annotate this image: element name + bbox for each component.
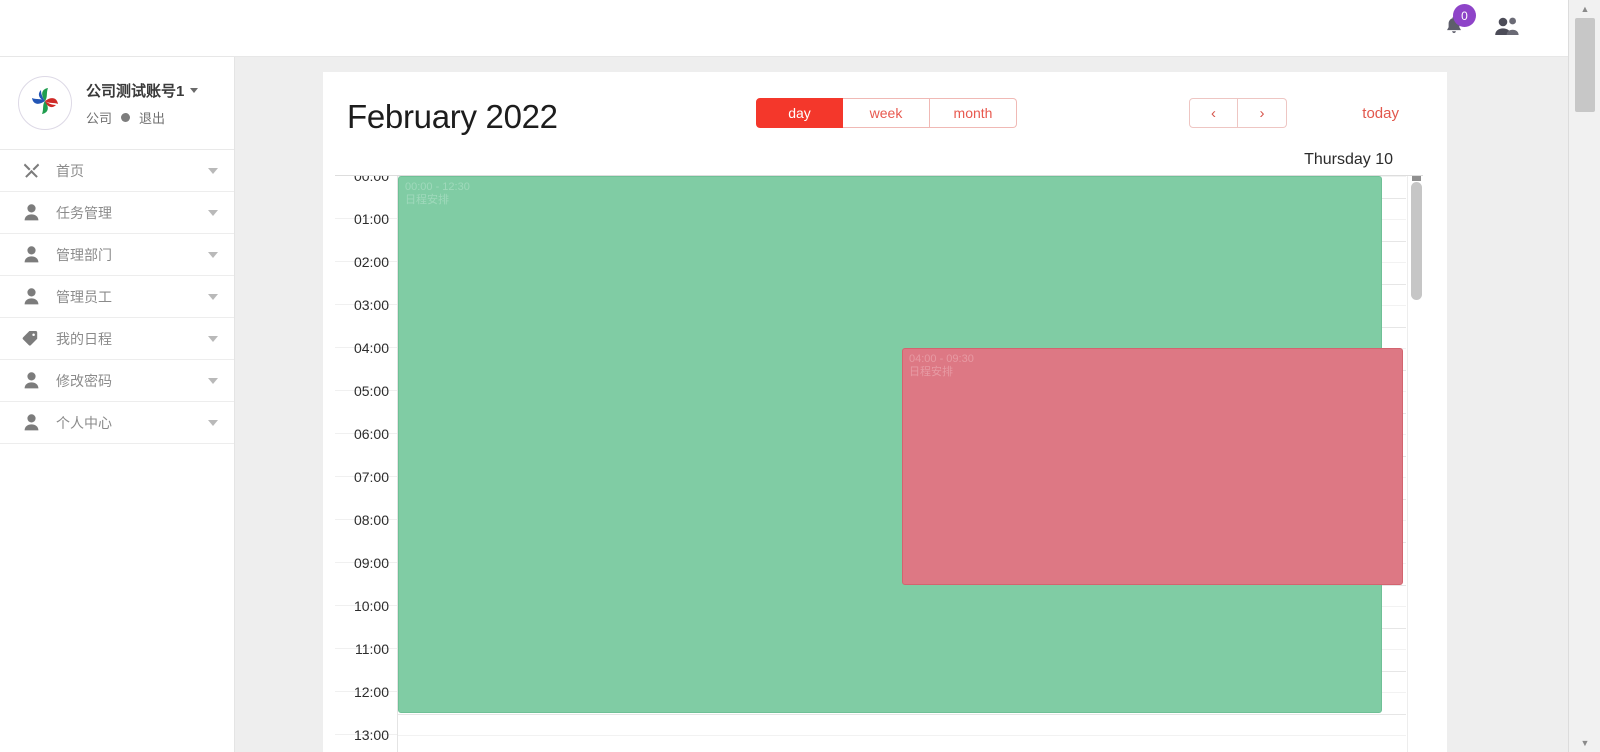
hour-label: 10:00 <box>353 598 389 614</box>
scrollbar-up-arrow-icon[interactable]: ▲ <box>1569 0 1600 18</box>
hour-label: 08:00 <box>353 512 389 528</box>
grid-line <box>398 713 1406 715</box>
hour-label: 01:00 <box>353 211 389 227</box>
hour-label: 03:00 <box>353 297 389 313</box>
hour-label: 02:00 <box>353 254 389 270</box>
profile-card[interactable]: 公司测试账号1 公司 退出 <box>0 57 234 150</box>
tab-month[interactable]: month <box>930 98 1017 128</box>
status-dot-icon <box>121 112 131 122</box>
hour-label: 11:00 <box>355 641 389 657</box>
sidebar-item-department-management[interactable]: 管理部门 <box>0 234 234 276</box>
page-scrollbar[interactable]: ▲ ▼ <box>1568 0 1600 752</box>
grid-scrollbar[interactable] <box>1407 176 1423 752</box>
sidebar-item-label: 首页 <box>56 162 84 179</box>
scrollbar-thumb[interactable] <box>1575 18 1595 112</box>
day-header-label: Thursday 10 <box>1304 150 1393 168</box>
time-axis: 00:00 01:00 02:00 03:00 04:00 05:00 06:0… <box>335 176 397 752</box>
sidebar-item-label: 任务管理 <box>56 204 112 221</box>
notification-badge: 0 <box>1453 4 1476 27</box>
calendar-toolbar: February 2022 day week month ‹ › today <box>335 94 1423 140</box>
day-column-header: Thursday 10 <box>335 144 1423 176</box>
chevron-down-icon <box>190 87 199 93</box>
hour-label: 06:00 <box>353 426 389 442</box>
tab-day[interactable]: day <box>756 98 843 128</box>
profile-role-label: 公司 <box>86 110 113 126</box>
event-title: 日程安排 <box>909 366 953 378</box>
sidebar-item-my-schedule[interactable]: 我的日程 <box>0 318 234 360</box>
notification-button[interactable]: 0 <box>1444 4 1476 41</box>
calendar-event-red[interactable]: 04:00 - 09:30 日程安排 <box>902 348 1403 585</box>
hour-label: 09:00 <box>353 555 389 571</box>
calendar-card: February 2022 day week month ‹ › today T… <box>323 72 1447 752</box>
main-content: February 2022 day week month ‹ › today T… <box>235 57 1568 752</box>
view-switcher: day week month <box>756 98 1017 128</box>
event-time: 04:00 - 09:30 <box>909 353 974 365</box>
grid-scrollbar-thumb[interactable] <box>1411 182 1422 300</box>
chevron-down-icon[interactable] <box>208 377 218 384</box>
sidebar: 公司测试账号1 公司 退出 首页 任务管理 管理部门 管理员工 我的日程 修改密… <box>0 57 235 752</box>
profile-name-label: 公司测试账号1 <box>86 82 185 100</box>
grid-line <box>398 735 1406 736</box>
event-title: 日程安排 <box>405 194 449 206</box>
tools-icon <box>20 162 42 179</box>
logout-link[interactable]: 退出 <box>139 108 165 127</box>
user-icon <box>20 246 42 263</box>
next-button[interactable]: › <box>1238 98 1287 128</box>
calendar-grid: 00:00 01:00 02:00 03:00 04:00 05:00 06:0… <box>335 176 1423 752</box>
chevron-down-icon[interactable] <box>208 419 218 426</box>
sidebar-item-home[interactable]: 首页 <box>0 150 234 192</box>
sidebar-item-label: 管理部门 <box>56 246 112 263</box>
chevron-down-icon[interactable] <box>208 209 218 216</box>
hour-label: 12:00 <box>353 684 389 700</box>
sidebar-item-label: 管理员工 <box>56 288 112 305</box>
calendar-nav: ‹ › <box>1189 98 1287 128</box>
sidebar-item-label: 修改密码 <box>56 372 112 389</box>
chevron-right-icon: › <box>1259 104 1265 122</box>
avatar <box>18 76 72 130</box>
chevron-down-icon[interactable] <box>208 335 218 342</box>
event-area[interactable]: 00:00 - 12:30 日程安排 04:00 - 09:30 日程安排 <box>397 176 1406 752</box>
sidebar-item-employee-management[interactable]: 管理员工 <box>0 276 234 318</box>
scrollbar-down-arrow-icon[interactable]: ▼ <box>1569 734 1600 752</box>
chevron-left-icon: ‹ <box>1211 104 1216 122</box>
hour-label: 05:00 <box>353 383 389 399</box>
chevron-down-icon[interactable] <box>208 251 218 258</box>
event-time: 00:00 - 12:30 <box>405 181 470 193</box>
hour-label: 04:00 <box>353 340 389 356</box>
hour-label: 00:00 <box>353 176 389 184</box>
chevron-down-icon[interactable] <box>208 167 218 174</box>
tab-week[interactable]: week <box>843 98 930 128</box>
sidebar-item-label: 我的日程 <box>56 330 112 347</box>
sidebar-item-label: 个人中心 <box>56 414 112 431</box>
user-icon <box>20 204 42 221</box>
sidebar-menu: 首页 任务管理 管理部门 管理员工 我的日程 修改密码 个人中心 <box>0 150 234 444</box>
user-icon <box>20 288 42 305</box>
page-title: February 2022 <box>347 98 558 135</box>
sidebar-item-change-password[interactable]: 修改密码 <box>0 360 234 402</box>
sidebar-item-personal-center[interactable]: 个人中心 <box>0 402 234 444</box>
company-logo-icon <box>26 82 64 125</box>
scrollbar-cap <box>1412 176 1421 181</box>
top-bar: 0 <box>0 0 1568 57</box>
users-icon <box>1494 16 1520 41</box>
hour-label: 07:00 <box>353 469 389 485</box>
prev-button[interactable]: ‹ <box>1189 98 1238 128</box>
chevron-down-icon[interactable] <box>208 293 218 300</box>
today-button[interactable]: today <box>1362 98 1399 128</box>
hour-label: 13:00 <box>353 727 389 743</box>
sidebar-item-task-management[interactable]: 任务管理 <box>0 192 234 234</box>
profile-name-dropdown[interactable]: 公司测试账号1 <box>86 80 199 101</box>
users-button[interactable] <box>1494 16 1520 41</box>
user-icon <box>20 372 42 389</box>
user-icon <box>20 414 42 431</box>
tag-icon <box>20 330 42 347</box>
